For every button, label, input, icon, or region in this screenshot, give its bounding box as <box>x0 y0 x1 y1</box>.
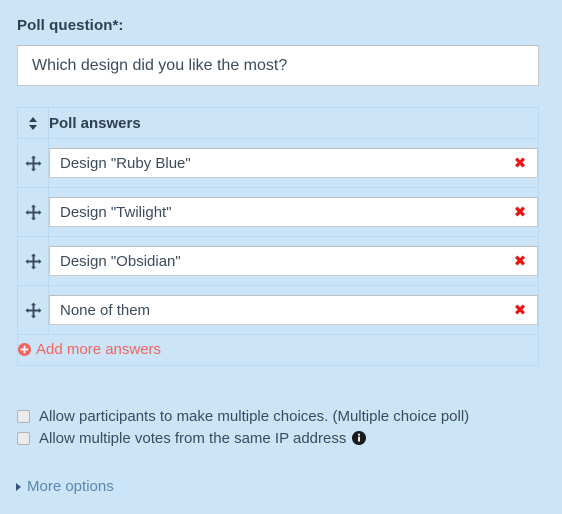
poll-options-group: Allow participants to make multiple choi… <box>17 405 542 449</box>
poll-create-form: Poll question*: Poll answers <box>0 0 562 514</box>
multiple-votes-checkbox[interactable] <box>17 431 30 445</box>
poll-question-input[interactable] <box>17 45 539 86</box>
move-icon[interactable] <box>25 204 42 221</box>
move-icon[interactable] <box>25 253 42 270</box>
poll-answers-table: Poll answers ✖ <box>17 107 539 366</box>
multiple-votes-label: Allow multiple votes from the same IP ad… <box>39 429 347 447</box>
drag-handle-cell[interactable] <box>17 187 49 237</box>
remove-x-icon[interactable]: ✖ <box>509 295 531 325</box>
move-icon[interactable] <box>25 155 42 172</box>
answer-field: ✖ <box>49 246 538 276</box>
answer-field: ✖ <box>49 197 538 227</box>
poll-question-field <box>17 45 539 86</box>
answer-field: ✖ <box>49 295 538 325</box>
remove-x-icon[interactable]: ✖ <box>509 246 531 276</box>
answer-input[interactable] <box>49 148 538 178</box>
drag-handle-cell[interactable] <box>17 285 49 335</box>
sort-column-header[interactable] <box>17 107 49 139</box>
answer-input-cell: ✖ <box>48 285 539 335</box>
multiple-choices-label: Allow participants to make multiple choi… <box>39 407 470 425</box>
answer-field: ✖ <box>49 148 538 178</box>
add-more-answers-button[interactable]: Add more answers <box>18 341 161 358</box>
answer-input[interactable] <box>49 197 538 227</box>
answers-rows: ✖ ✖ <box>17 138 539 366</box>
poll-question-label: Poll question*: <box>17 17 124 34</box>
poll-answers-column-header: Poll answers <box>48 107 539 139</box>
remove-x-icon[interactable]: ✖ <box>509 197 531 227</box>
drag-handle-cell[interactable] <box>17 138 49 188</box>
more-options-label: More options <box>27 478 114 495</box>
multiple-choices-checkbox[interactable] <box>17 409 30 423</box>
table-header-row: Poll answers <box>17 107 539 139</box>
answer-input-cell: ✖ <box>48 138 539 188</box>
sort-updown-icon <box>28 116 38 131</box>
more-options-toggle[interactable]: More options <box>15 478 114 495</box>
table-row: ✖ <box>17 187 539 237</box>
multiple-choices-label-wrap[interactable]: Allow participants to make multiple choi… <box>39 408 469 425</box>
remove-x-icon[interactable]: ✖ <box>509 148 531 178</box>
table-row: ✖ <box>17 285 539 335</box>
table-row: ✖ <box>17 236 539 286</box>
caret-right-icon <box>15 482 22 492</box>
multiple-choices-option: Allow participants to make multiple choi… <box>17 405 542 427</box>
answer-input-cell: ✖ <box>48 187 539 237</box>
answer-input-cell: ✖ <box>48 236 539 286</box>
add-more-cell: Add more answers <box>17 334 539 366</box>
table-row: ✖ <box>17 138 539 188</box>
drag-handle-cell[interactable] <box>17 236 49 286</box>
move-icon[interactable] <box>25 302 42 319</box>
plus-circle-icon <box>18 342 31 356</box>
add-more-row: Add more answers <box>17 334 539 366</box>
info-icon[interactable] <box>352 431 367 445</box>
add-more-answers-label: Add more answers <box>36 340 162 358</box>
multiple-votes-label-wrap[interactable]: Allow multiple votes from the same IP ad… <box>39 429 367 447</box>
multiple-votes-option: Allow multiple votes from the same IP ad… <box>17 427 542 449</box>
answer-input[interactable] <box>49 295 538 325</box>
answer-input[interactable] <box>49 246 538 276</box>
